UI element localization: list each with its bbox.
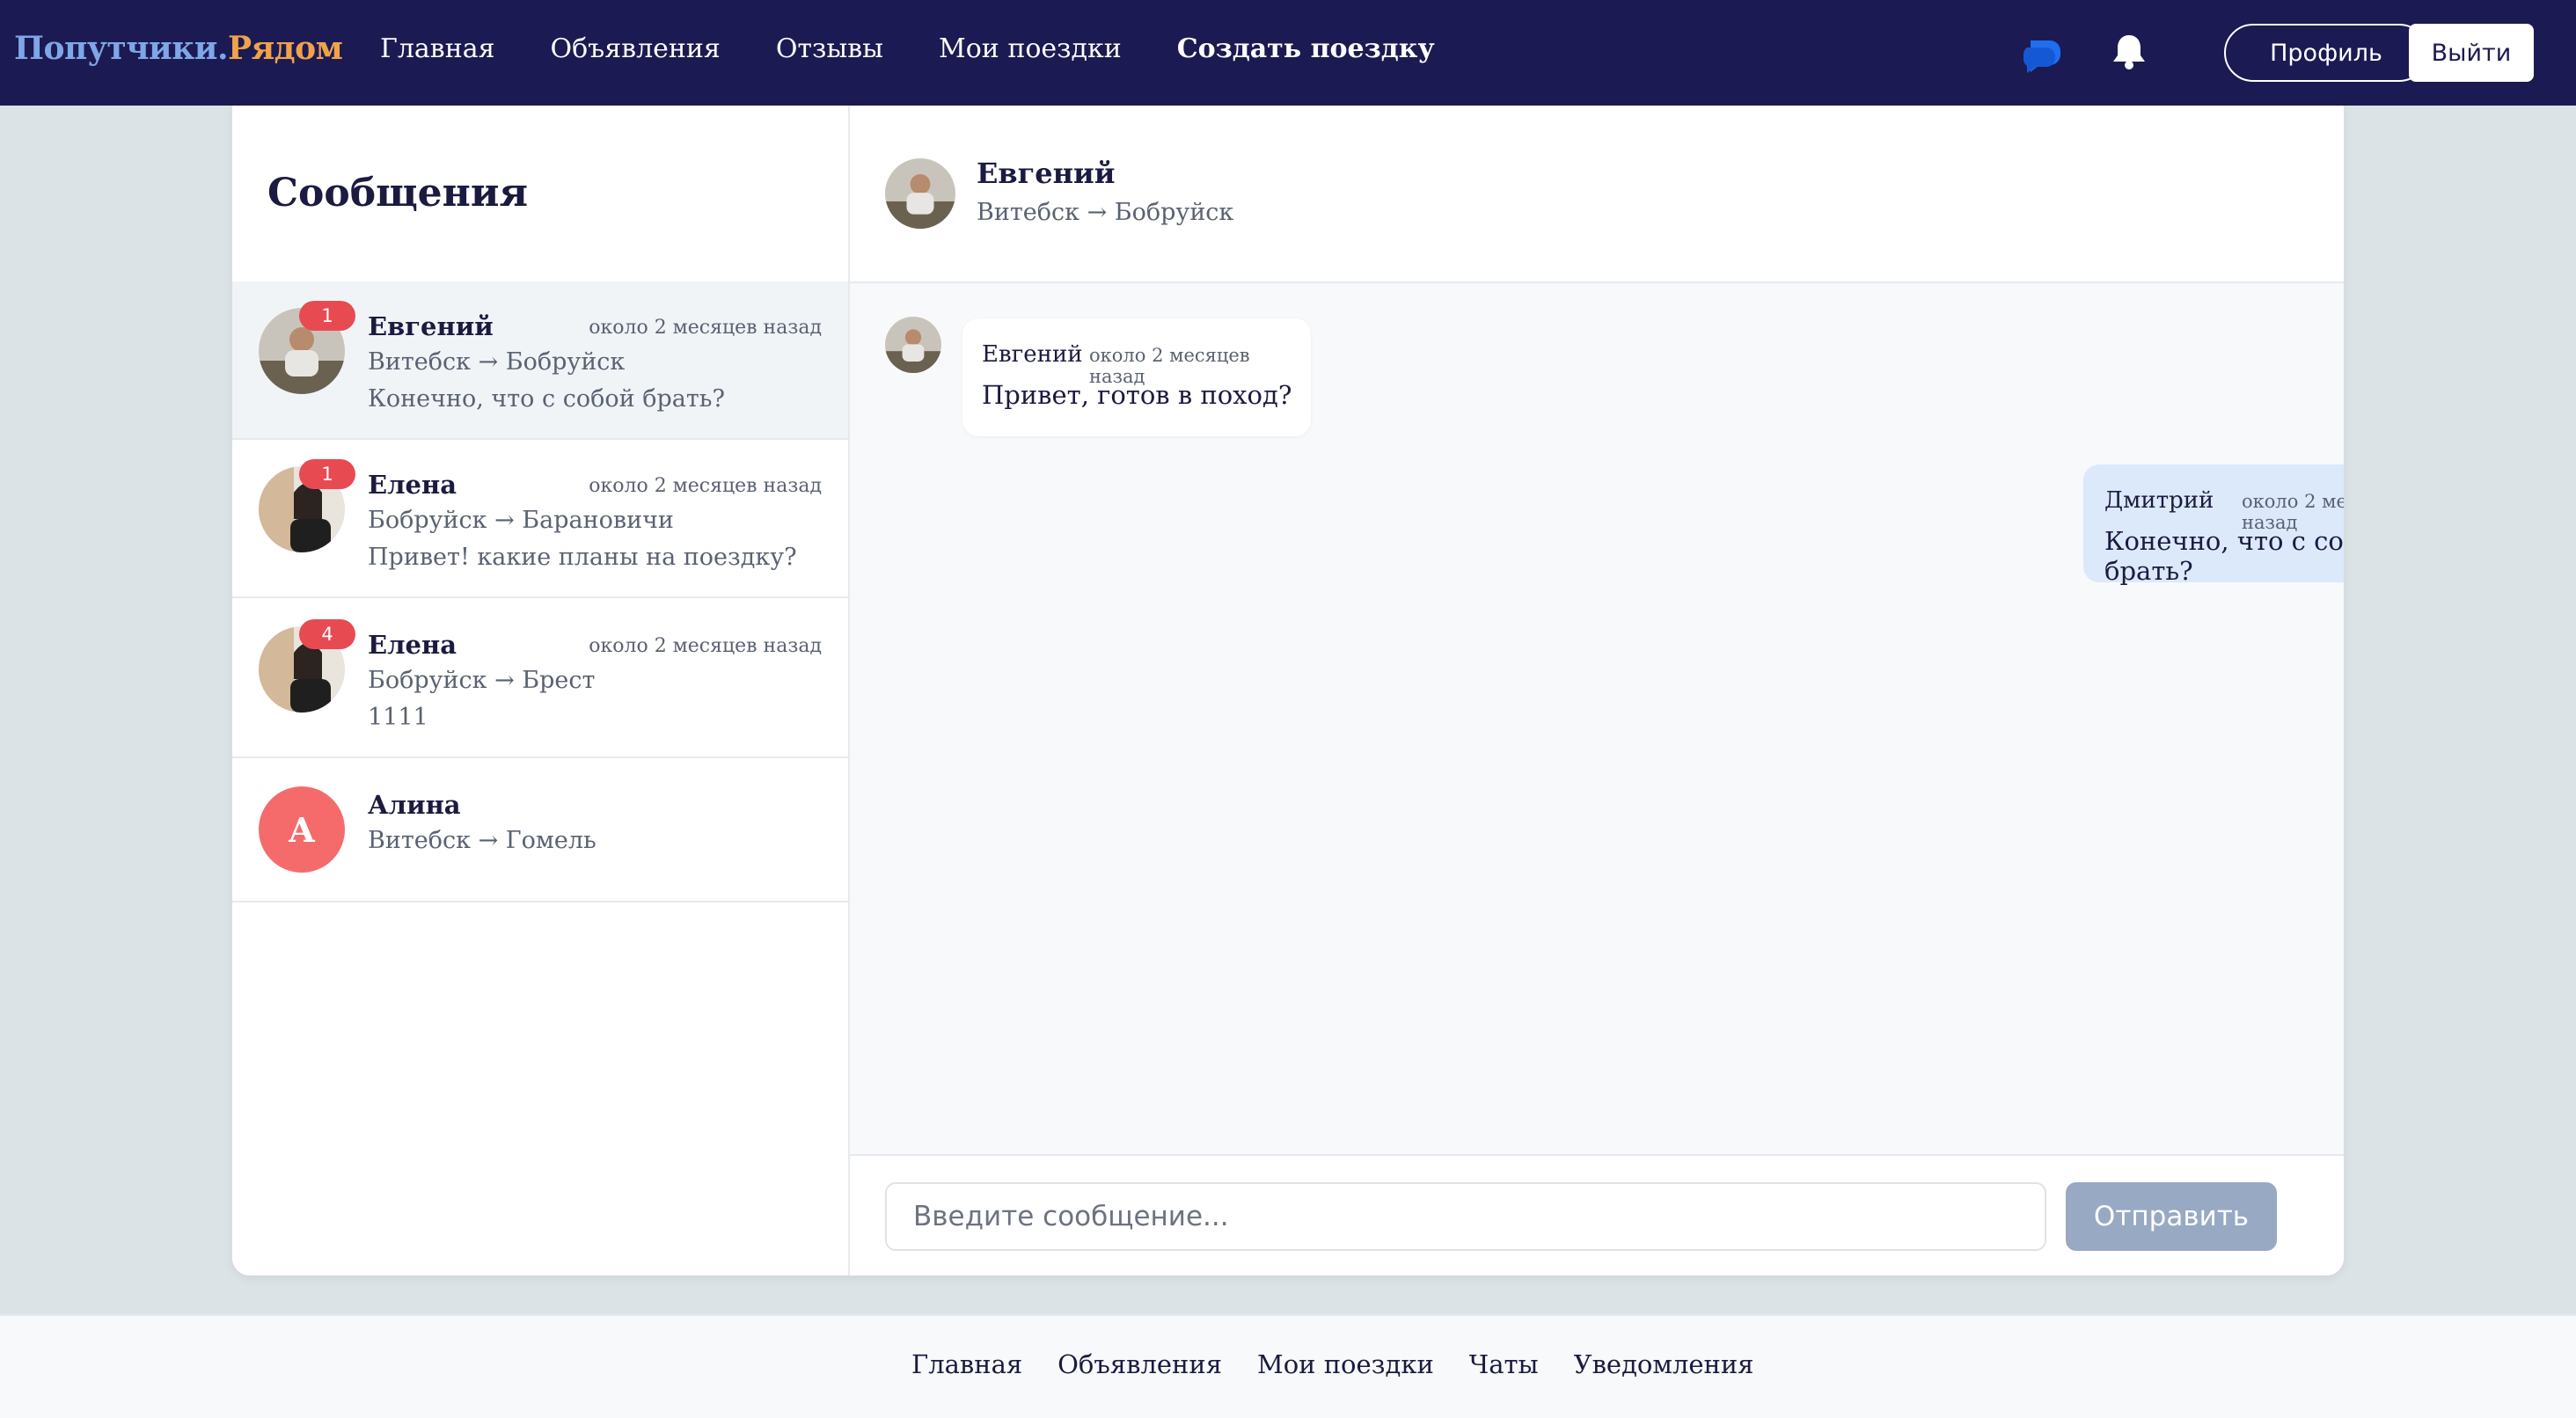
footer-link-listings[interactable]: Объявления — [1057, 1349, 1222, 1379]
logout-button[interactable]: Выйти — [2409, 24, 2534, 82]
footer-link-home[interactable]: Главная — [911, 1349, 1022, 1379]
sidebar-header: Сообщения — [232, 106, 848, 283]
conversation-item[interactable]: А Алина Витебск → Гомель — [232, 760, 848, 903]
unread-badge: 1 — [299, 301, 355, 331]
top-navbar: Попутчики.Рядом Главная Объявления Отзыв… — [0, 0, 2576, 106]
chat-partner-avatar — [885, 158, 955, 229]
conversation-time: около 2 месяцев назад — [589, 475, 822, 497]
chat-header: Евгений Витебск → Бобруйск — [850, 106, 2344, 283]
conversation-name: Алина — [368, 790, 461, 820]
conversation-last-message: Конечно, что с собой брать? — [368, 385, 725, 413]
nav-my-trips[interactable]: Мои поездки — [939, 33, 1122, 64]
conversation-item[interactable]: 1 Елена около 2 месяцев назад Бобруйск →… — [232, 440, 848, 598]
conversation-time: около 2 месяцев назад — [589, 635, 822, 657]
footer-link-notifications[interactable]: Уведомления — [1574, 1349, 1754, 1379]
message-author: Дмитрий — [2104, 487, 2214, 514]
conversation-route: Витебск → Бобруйск — [368, 348, 626, 376]
bell-icon[interactable] — [2110, 32, 2148, 72]
outgoing-message: Дмитрий около 2 месяцев назад Конечно, ч… — [2083, 464, 2344, 586]
nav-reviews[interactable]: Отзывы — [776, 33, 883, 64]
messages-panel: Сообщения 1 Евгений около 2 месяцев наза… — [232, 106, 2344, 1275]
conversation-route: Витебск → Гомель — [368, 827, 596, 854]
conversation-item[interactable]: 1 Евгений около 2 месяцев назад Витебск … — [232, 281, 848, 440]
message-text: Конечно, что с собой брать? — [2104, 526, 2344, 586]
nav-create-trip[interactable]: Создать поездку — [1177, 33, 1435, 64]
message-avatar — [885, 317, 941, 373]
sidebar-title: Сообщения — [267, 171, 529, 216]
unread-badge: 4 — [299, 619, 355, 649]
chat-icon[interactable] — [2022, 33, 2062, 74]
incoming-message: Евгений около 2 месяцев назад Привет, го… — [962, 318, 1311, 436]
nav-home[interactable]: Главная — [380, 33, 495, 64]
conversation-name: Елена — [368, 470, 457, 500]
conversation-route: Бобруйск → Барановичи — [368, 507, 674, 534]
conversation-last-message: 1111 — [368, 704, 428, 731]
footer-link-my-trips[interactable]: Мои поездки — [1257, 1349, 1434, 1379]
message-text: Привет, готов в поход? — [982, 380, 1292, 410]
conversation-item[interactable]: 4 Елена около 2 месяцев назад Бобруйск →… — [232, 600, 848, 758]
conversation-time: около 2 месяцев назад — [589, 317, 822, 339]
chat-partner-name: Евгений — [977, 157, 1116, 190]
conversation-route: Бобруйск → Брест — [368, 667, 596, 694]
logo-text-accent: Рядом — [228, 30, 343, 67]
conversation-name: Евгений — [368, 311, 494, 341]
unread-badge: 1 — [299, 459, 355, 489]
logo-text-primary: Попутчики. — [14, 30, 229, 67]
message-input[interactable] — [885, 1182, 2046, 1251]
footer-nav: Главная Объявления Мои поездки Чаты Увед… — [911, 1349, 1789, 1379]
footer: Главная Объявления Мои поездки Чаты Увед… — [0, 1314, 2576, 1418]
chat-route: Витебск → Бобруйск — [977, 199, 1234, 226]
send-button[interactable]: Отправить — [2066, 1182, 2277, 1251]
footer-link-chats[interactable]: Чаты — [1469, 1349, 1539, 1379]
conversation-name: Елена — [368, 630, 457, 660]
site-logo[interactable]: Попутчики.Рядом — [14, 30, 343, 67]
avatar: А — [259, 786, 345, 873]
chat-area: Евгений Витебск → Бобруйск Евгений около… — [850, 106, 2344, 1275]
nav-listings[interactable]: Объявления — [551, 33, 721, 64]
main-nav: Главная Объявления Отзывы Мои поездки Со… — [380, 33, 1490, 64]
conversation-sidebar: Сообщения 1 Евгений около 2 месяцев наза… — [232, 106, 850, 1275]
profile-button[interactable]: Профиль — [2224, 24, 2428, 82]
message-author: Евгений — [982, 341, 1083, 368]
message-composer: Отправить — [850, 1154, 2344, 1275]
conversation-last-message: Привет! какие планы на поездку? — [368, 544, 797, 571]
